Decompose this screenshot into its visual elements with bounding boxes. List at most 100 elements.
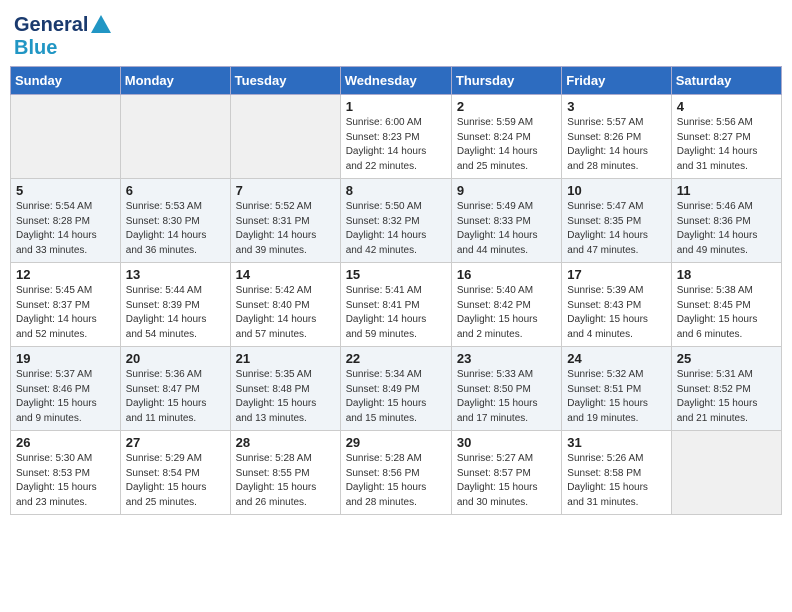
weekday-header: Saturday (671, 67, 781, 95)
day-number: 17 (567, 267, 665, 282)
calendar-cell (11, 95, 121, 179)
day-info: Sunrise: 5:39 AM Sunset: 8:43 PM Dayligh… (567, 284, 665, 342)
day-info: Sunrise: 5:36 AM Sunset: 8:47 PM Dayligh… (126, 368, 225, 426)
calendar-cell: 30 Sunrise: 5:27 AM Sunset: 8:57 PM Dayli… (451, 431, 561, 515)
weekday-header: Wednesday (340, 67, 451, 95)
weekday-header: Friday (562, 67, 671, 95)
day-number: 4 (677, 99, 776, 114)
day-info: Sunrise: 5:26 AM Sunset: 8:58 PM Dayligh… (567, 452, 665, 510)
calendar-cell: 12 Sunrise: 5:45 AM Sunset: 8:37 PM Dayli… (11, 263, 121, 347)
day-number: 6 (126, 183, 225, 198)
weekday-header-row: SundayMondayTuesdayWednesdayThursdayFrid… (11, 67, 782, 95)
logo-general-text: General (14, 14, 88, 37)
weekday-header: Thursday (451, 67, 561, 95)
calendar-cell: 26 Sunrise: 5:30 AM Sunset: 8:53 PM Dayli… (11, 431, 121, 515)
calendar-week-row: 12 Sunrise: 5:45 AM Sunset: 8:37 PM Dayli… (11, 263, 782, 347)
day-info: Sunrise: 6:00 AM Sunset: 8:23 PM Dayligh… (346, 116, 446, 174)
calendar-cell: 10Sunrise: 5:47 AM Sunset: 8:35 PM Dayli… (562, 179, 671, 263)
calendar-cell: 16 Sunrise: 5:40 AM Sunset: 8:42 PM Dayli… (451, 263, 561, 347)
weekday-header: Sunday (11, 67, 121, 95)
calendar-cell: 15 Sunrise: 5:41 AM Sunset: 8:41 PM Dayli… (340, 263, 451, 347)
day-number: 30 (457, 435, 556, 450)
calendar-cell: 11Sunrise: 5:46 AM Sunset: 8:36 PM Dayli… (671, 179, 781, 263)
day-number: 13 (126, 267, 225, 282)
calendar-cell (120, 95, 230, 179)
calendar-cell: 4Sunrise: 5:56 AM Sunset: 8:27 PM Daylig… (671, 95, 781, 179)
day-info: Sunrise: 5:28 AM Sunset: 8:56 PM Dayligh… (346, 452, 446, 510)
day-number: 5 (16, 183, 115, 198)
calendar-cell: 22 Sunrise: 5:34 AM Sunset: 8:49 PM Dayli… (340, 347, 451, 431)
calendar-week-row: 1 Sunrise: 6:00 AM Sunset: 8:23 PM Daylig… (11, 95, 782, 179)
day-number: 2 (457, 99, 556, 114)
calendar-week-row: 19Sunrise: 5:37 AM Sunset: 8:46 PM Dayli… (11, 347, 782, 431)
logo: General Blue (14, 14, 112, 60)
day-info: Sunrise: 5:31 AM Sunset: 8:52 PM Dayligh… (677, 368, 776, 426)
calendar-cell (671, 431, 781, 515)
calendar-cell: 29 Sunrise: 5:28 AM Sunset: 8:56 PM Dayli… (340, 431, 451, 515)
day-info: Sunrise: 5:49 AM Sunset: 8:33 PM Dayligh… (457, 200, 556, 258)
day-number: 18 (677, 267, 776, 282)
day-info: Sunrise: 5:28 AM Sunset: 8:55 PM Dayligh… (236, 452, 335, 510)
day-number: 22 (346, 351, 446, 366)
day-info: Sunrise: 5:33 AM Sunset: 8:50 PM Dayligh… (457, 368, 556, 426)
day-number: 20 (126, 351, 225, 366)
day-info: Sunrise: 5:27 AM Sunset: 8:57 PM Dayligh… (457, 452, 556, 510)
calendar-cell: 19Sunrise: 5:37 AM Sunset: 8:46 PM Dayli… (11, 347, 121, 431)
day-number: 31 (567, 435, 665, 450)
day-info: Sunrise: 5:45 AM Sunset: 8:37 PM Dayligh… (16, 284, 115, 342)
weekday-header: Tuesday (230, 67, 340, 95)
calendar-table: SundayMondayTuesdayWednesdayThursdayFrid… (10, 66, 782, 515)
calendar-cell: 3 Sunrise: 5:57 AM Sunset: 8:26 PM Daylig… (562, 95, 671, 179)
calendar-cell: 21Sunrise: 5:35 AM Sunset: 8:48 PM Dayli… (230, 347, 340, 431)
day-info: Sunrise: 5:46 AM Sunset: 8:36 PM Dayligh… (677, 200, 776, 258)
day-info: Sunrise: 5:40 AM Sunset: 8:42 PM Dayligh… (457, 284, 556, 342)
calendar-cell: 31 Sunrise: 5:26 AM Sunset: 8:58 PM Dayli… (562, 431, 671, 515)
calendar-week-row: 5 Sunrise: 5:54 AM Sunset: 8:28 PM Daylig… (11, 179, 782, 263)
calendar-cell: 17 Sunrise: 5:39 AM Sunset: 8:43 PM Dayli… (562, 263, 671, 347)
day-info: Sunrise: 5:44 AM Sunset: 8:39 PM Dayligh… (126, 284, 225, 342)
day-number: 29 (346, 435, 446, 450)
calendar-cell: 6 Sunrise: 5:53 AM Sunset: 8:30 PM Daylig… (120, 179, 230, 263)
day-info: Sunrise: 5:57 AM Sunset: 8:26 PM Dayligh… (567, 116, 665, 174)
day-info: Sunrise: 5:32 AM Sunset: 8:51 PM Dayligh… (567, 368, 665, 426)
calendar-cell: 9Sunrise: 5:49 AM Sunset: 8:33 PM Daylig… (451, 179, 561, 263)
calendar-week-row: 26 Sunrise: 5:30 AM Sunset: 8:53 PM Dayli… (11, 431, 782, 515)
day-number: 16 (457, 267, 556, 282)
day-number: 1 (346, 99, 446, 114)
page-header: General Blue (10, 10, 782, 60)
day-info: Sunrise: 5:35 AM Sunset: 8:48 PM Dayligh… (236, 368, 335, 426)
calendar-cell: 27 Sunrise: 5:29 AM Sunset: 8:54 PM Dayli… (120, 431, 230, 515)
day-number: 14 (236, 267, 335, 282)
day-number: 26 (16, 435, 115, 450)
day-number: 28 (236, 435, 335, 450)
calendar-cell: 7Sunrise: 5:52 AM Sunset: 8:31 PM Daylig… (230, 179, 340, 263)
day-info: Sunrise: 5:30 AM Sunset: 8:53 PM Dayligh… (16, 452, 115, 510)
day-number: 27 (126, 435, 225, 450)
day-info: Sunrise: 5:34 AM Sunset: 8:49 PM Dayligh… (346, 368, 446, 426)
calendar-cell: 24 Sunrise: 5:32 AM Sunset: 8:51 PM Dayli… (562, 347, 671, 431)
day-number: 15 (346, 267, 446, 282)
day-info: Sunrise: 5:53 AM Sunset: 8:30 PM Dayligh… (126, 200, 225, 258)
calendar-cell (230, 95, 340, 179)
day-number: 24 (567, 351, 665, 366)
calendar-cell: 14 Sunrise: 5:42 AM Sunset: 8:40 PM Dayli… (230, 263, 340, 347)
calendar-cell: 25Sunrise: 5:31 AM Sunset: 8:52 PM Dayli… (671, 347, 781, 431)
day-info: Sunrise: 5:37 AM Sunset: 8:46 PM Dayligh… (16, 368, 115, 426)
day-number: 3 (567, 99, 665, 114)
day-number: 8 (346, 183, 446, 198)
logo-icon (90, 13, 112, 35)
day-info: Sunrise: 5:42 AM Sunset: 8:40 PM Dayligh… (236, 284, 335, 342)
calendar-cell: 2Sunrise: 5:59 AM Sunset: 8:24 PM Daylig… (451, 95, 561, 179)
day-number: 12 (16, 267, 115, 282)
calendar-cell: 8Sunrise: 5:50 AM Sunset: 8:32 PM Daylig… (340, 179, 451, 263)
day-info: Sunrise: 5:54 AM Sunset: 8:28 PM Dayligh… (16, 200, 115, 258)
day-info: Sunrise: 5:38 AM Sunset: 8:45 PM Dayligh… (677, 284, 776, 342)
day-info: Sunrise: 5:41 AM Sunset: 8:41 PM Dayligh… (346, 284, 446, 342)
day-number: 23 (457, 351, 556, 366)
calendar-cell: 18 Sunrise: 5:38 AM Sunset: 8:45 PM Dayli… (671, 263, 781, 347)
day-info: Sunrise: 5:52 AM Sunset: 8:31 PM Dayligh… (236, 200, 335, 258)
day-number: 10 (567, 183, 665, 198)
calendar-cell: 1 Sunrise: 6:00 AM Sunset: 8:23 PM Daylig… (340, 95, 451, 179)
calendar-cell: 28 Sunrise: 5:28 AM Sunset: 8:55 PM Dayli… (230, 431, 340, 515)
day-info: Sunrise: 5:29 AM Sunset: 8:54 PM Dayligh… (126, 452, 225, 510)
